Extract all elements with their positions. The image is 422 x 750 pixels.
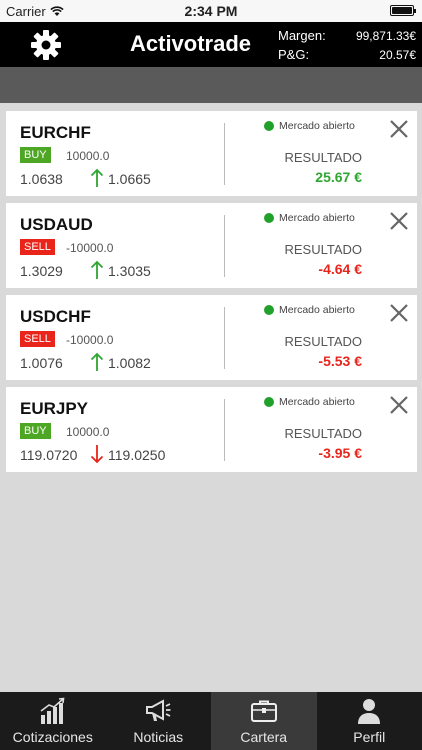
- side-badge: SELL: [20, 239, 55, 255]
- position-card[interactable]: EURJPY BUY 10000.0 119.0720 119.0250 Mer…: [6, 387, 417, 472]
- arrow-up-icon: [90, 168, 104, 187]
- side-badge: BUY: [20, 147, 51, 163]
- position-amount: -10000.0: [66, 241, 114, 255]
- account-summary: Margen: 99,871.33€ P&G: 20.57€: [278, 26, 416, 64]
- pair-name: USDCHF: [20, 307, 91, 326]
- margin-label: Margen:: [278, 28, 326, 43]
- open-price: 1.3029: [20, 263, 63, 279]
- close-icon[interactable]: [388, 394, 410, 416]
- positions-list: EURCHF BUY 10000.0 1.0638 1.0665 Mercado…: [6, 111, 417, 479]
- current-price: 1.0082: [108, 355, 151, 371]
- tab-bar: Cotizaciones Noticias Cartera Perfil: [0, 692, 422, 750]
- tab-perfil[interactable]: Perfil: [317, 692, 422, 750]
- side-badge: BUY: [20, 423, 51, 439]
- result-label: RESULTADO: [284, 242, 362, 257]
- market-status-label: Mercado abierto: [279, 304, 355, 316]
- card-divider: [224, 215, 225, 277]
- pair-name: USDAUD: [20, 215, 93, 234]
- pl-value: 20.57€: [379, 47, 416, 62]
- result-label: RESULTADO: [284, 334, 362, 349]
- chart-icon: [40, 697, 65, 724]
- position-amount: 10000.0: [66, 425, 110, 439]
- battery-icon: [390, 5, 416, 16]
- close-icon[interactable]: [388, 118, 410, 140]
- market-status: Mercado abierto: [264, 212, 355, 224]
- tab-label: Perfil: [353, 729, 386, 745]
- market-status-label: Mercado abierto: [279, 396, 355, 408]
- status-time: 2:34 PM: [184, 3, 238, 19]
- app-title: Activotrade: [130, 31, 252, 56]
- result-value: -4.64 €: [318, 261, 362, 277]
- market-status: Mercado abierto: [264, 304, 355, 316]
- side-badge: SELL: [20, 331, 55, 347]
- briefcase-icon: [250, 700, 277, 722]
- market-status-label: Mercado abierto: [279, 212, 355, 224]
- close-icon[interactable]: [388, 210, 410, 232]
- tab-noticias[interactable]: Noticias: [106, 692, 212, 750]
- arrow-up-icon: [90, 260, 104, 279]
- person-icon: [358, 699, 381, 724]
- position-card[interactable]: EURCHF BUY 10000.0 1.0638 1.0665 Mercado…: [6, 111, 417, 196]
- open-price: 1.0076: [20, 355, 63, 371]
- gear-icon[interactable]: [30, 29, 62, 61]
- current-price: 1.3035: [108, 263, 151, 279]
- result-value: -3.95 €: [318, 445, 362, 461]
- card-divider: [224, 123, 225, 185]
- pair-name: EURJPY: [20, 399, 89, 418]
- position-card[interactable]: USDCHF SELL -10000.0 1.0076 1.0082 Merca…: [6, 295, 417, 380]
- close-icon[interactable]: [388, 302, 410, 324]
- status-bar: Carrier 2:34 PM: [0, 0, 422, 22]
- market-status: Mercado abierto: [264, 396, 355, 408]
- status-dot-icon: [264, 121, 274, 131]
- megaphone-icon: [146, 699, 171, 721]
- sub-header-bar: [0, 67, 422, 103]
- market-status: Mercado abierto: [264, 120, 355, 132]
- margin-value: 99,871.33€: [355, 28, 416, 43]
- pair-name: EURCHF: [20, 123, 91, 142]
- card-divider: [224, 399, 225, 461]
- tab-cartera[interactable]: Cartera: [211, 692, 317, 750]
- open-price: 1.0638: [20, 171, 63, 187]
- position-card[interactable]: USDAUD SELL -10000.0 1.3029 1.3035 Merca…: [6, 203, 417, 288]
- result-label: RESULTADO: [284, 150, 362, 165]
- position-amount: 10000.0: [66, 149, 110, 163]
- arrow-down-icon: [90, 445, 104, 464]
- card-divider: [224, 307, 225, 369]
- current-price: 1.0665: [108, 171, 151, 187]
- market-status-label: Mercado abierto: [279, 120, 355, 132]
- status-dot-icon: [264, 213, 274, 223]
- status-dot-icon: [264, 305, 274, 315]
- pl-label: P&G:: [278, 47, 310, 62]
- status-dot-icon: [264, 397, 274, 407]
- tab-label: Cartera: [240, 729, 288, 745]
- current-price: 119.0250: [108, 447, 166, 463]
- tab-label: Cotizaciones: [12, 729, 93, 745]
- tab-cotizaciones[interactable]: Cotizaciones: [0, 692, 106, 750]
- result-label: RESULTADO: [284, 426, 362, 441]
- tab-label: Noticias: [133, 729, 184, 745]
- app-header: Activotrade Margen: 99,871.33€ P&G: 20.5…: [0, 22, 422, 67]
- result-value: 25.67 €: [315, 169, 362, 185]
- position-amount: -10000.0: [66, 333, 114, 347]
- result-value: -5.53 €: [318, 353, 362, 369]
- open-price: 119.0720: [20, 447, 78, 463]
- arrow-up-icon: [90, 352, 104, 371]
